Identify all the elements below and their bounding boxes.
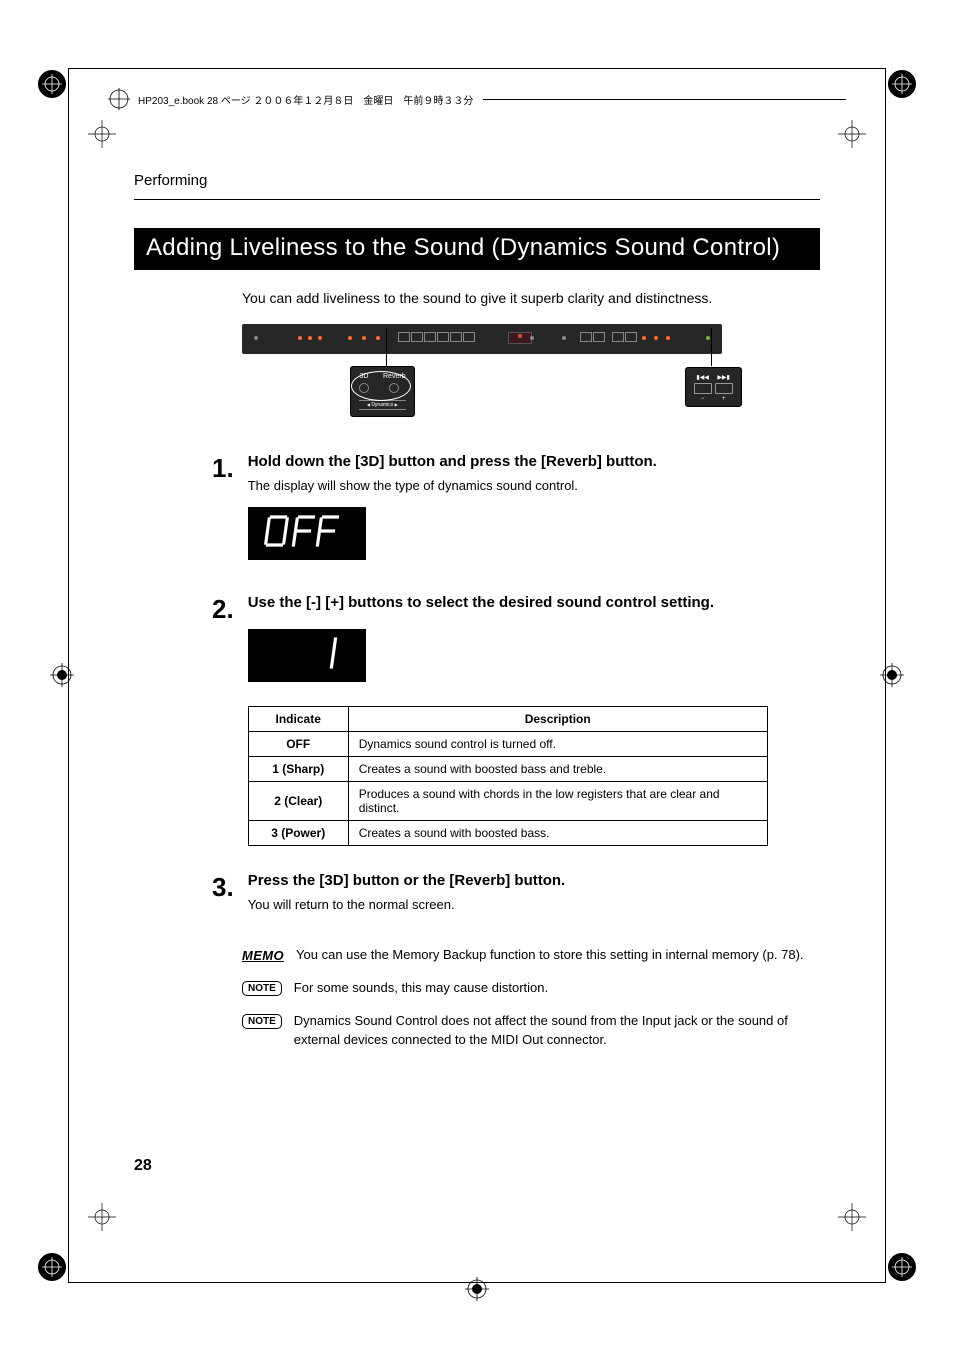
file-meta-text: HP203_e.book 28 ページ ２００６年１２月８日 金曜日 午前９時３… (138, 92, 473, 107)
registration-mark-bl (38, 1253, 66, 1281)
cell-description: Creates a sound with boosted bass and tr… (348, 757, 767, 782)
callout-dynamics-label: Dynamics (371, 402, 393, 408)
cell-description: Dynamics sound control is turned off. (348, 732, 767, 757)
lcd-off-svg (262, 513, 352, 549)
th-description: Description (348, 707, 767, 732)
step-3: 3. Press the [3D] button or the [Reverb]… (212, 872, 820, 926)
memo-row: MEMO You can use the Memory Backup funct… (242, 946, 820, 965)
step-1-dot: . (226, 453, 233, 483)
cell-description: Produces a sound with chords in the low … (348, 782, 767, 821)
cell-indicate: 2 (Clear) (248, 782, 348, 821)
note-badge: NOTE (242, 1014, 282, 1029)
callout-next-label: ▶▶▮ (715, 374, 733, 381)
callout-plus-label: + (715, 396, 733, 402)
highlight-ellipse-icon (351, 371, 411, 401)
head-rule (134, 199, 820, 200)
callout-prev-next: ▮◀◀ − ▶▶▮ + (685, 367, 742, 407)
note1-text: For some sounds, this may cause distorti… (294, 979, 548, 998)
lcd-off (248, 507, 366, 560)
control-panel-bar (242, 324, 722, 354)
intro-text: You can add liveliness to the sound to g… (242, 290, 820, 306)
file-meta-bar: HP203_e.book 28 ページ ２００６年１２月８日 金曜日 午前９時３… (108, 88, 846, 110)
step-2: 2. Use the [-] [+] buttons to select the… (212, 594, 820, 846)
step-1-text: The display will show the type of dynami… (248, 478, 820, 493)
cell-indicate: OFF (248, 732, 348, 757)
table-row: 2 (Clear) Produces a sound with chords i… (248, 782, 767, 821)
step-1-title: Hold down the [3D] button and press the … (248, 453, 820, 470)
memo-text: You can use the Memory Backup function t… (296, 946, 804, 965)
step-3-title: Press the [3D] button or the [Reverb] bu… (248, 872, 820, 889)
step-2-num: 2 (212, 594, 226, 624)
section-title: Adding Liveliness to the Sound (Dynamics… (134, 228, 820, 270)
note2-row: NOTE Dynamics Sound Control does not aff… (242, 1012, 820, 1050)
table-row: 1 (Sharp) Creates a sound with boosted b… (248, 757, 767, 782)
registration-mark-tl (38, 70, 66, 98)
page-number: 28 (134, 1157, 152, 1175)
callout-3d-reverb: 3D Reverb ◀ Dynamics ▶ (350, 366, 415, 417)
step-3-num: 3 (212, 872, 226, 902)
step-2-dot: . (226, 594, 233, 624)
cell-indicate: 1 (Sharp) (248, 757, 348, 782)
callout-minus-label: − (694, 396, 712, 402)
options-table: Indicate Description OFF Dynamics sound … (248, 706, 768, 846)
step-1: 1. Hold down the [3D] button and press t… (212, 453, 820, 566)
cell-indicate: 3 (Power) (248, 821, 348, 846)
callout-prev-label: ▮◀◀ (694, 374, 712, 381)
running-head: Performing (134, 172, 820, 189)
lcd-1-svg (262, 635, 352, 671)
step-2-title: Use the [-] [+] buttons to select the de… (248, 594, 820, 611)
step-3-text: You will return to the normal screen. (248, 897, 820, 912)
step-1-num: 1 (212, 453, 226, 483)
note2-text: Dynamics Sound Control does not affect t… (294, 1012, 820, 1050)
lcd-1 (248, 629, 366, 682)
th-indicate: Indicate (248, 707, 348, 732)
note-badge: NOTE (242, 981, 282, 996)
table-row: OFF Dynamics sound control is turned off… (248, 732, 767, 757)
cell-description: Creates a sound with boosted bass. (348, 821, 767, 846)
registration-mark-tr (888, 70, 916, 98)
callout-next-button (715, 383, 733, 394)
control-panel-figure: 3D Reverb ◀ Dynamics ▶ (242, 324, 820, 417)
table-row: 3 (Power) Creates a sound with boosted b… (248, 821, 767, 846)
callout-prev-button (694, 383, 712, 394)
step-3-dot: . (226, 872, 233, 902)
memo-badge: MEMO (242, 948, 284, 963)
note1-row: NOTE For some sounds, this may cause dis… (242, 979, 820, 998)
file-meta-icon (108, 88, 130, 110)
registration-mark-br (888, 1253, 916, 1281)
